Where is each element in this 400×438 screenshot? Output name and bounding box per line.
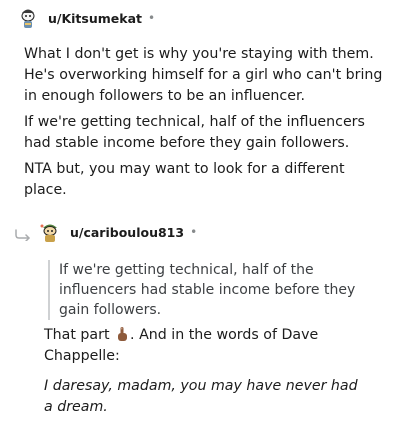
comment-header: u/cariboulou813 •	[38, 220, 197, 244]
text-segment: That part	[44, 327, 110, 343]
separator-dot: •	[147, 11, 156, 25]
user-avatar-icon[interactable]	[38, 220, 62, 244]
comment-paragraph: I daresay, madam, you may have never had…	[44, 378, 358, 415]
comment-paragraph: That part . And in the words of Dave Cha…	[44, 325, 364, 367]
separator-dot: •	[190, 225, 198, 239]
pointing-up-emoji-icon	[114, 326, 130, 342]
comment-paragraph: What I don't get is why you're staying w…	[24, 46, 383, 104]
comment-header: u/Kitsumekat •	[16, 6, 155, 30]
blockquote: If we're getting technical, half of the …	[48, 260, 377, 320]
username[interactable]: u/Kitsumekat	[48, 11, 142, 26]
reply-arrow-icon	[14, 226, 32, 245]
comment-body: That part . And in the words of Dave Cha…	[44, 325, 364, 427]
comment-paragraph: NTA but, you may want to look for a diff…	[24, 161, 345, 198]
comment-body: What I don't get is why you're staying w…	[24, 44, 384, 206]
user-avatar-icon[interactable]	[16, 6, 40, 30]
comment-paragraph: If we're getting technical, half of the …	[24, 114, 365, 151]
username[interactable]: u/cariboulou813	[70, 225, 184, 240]
